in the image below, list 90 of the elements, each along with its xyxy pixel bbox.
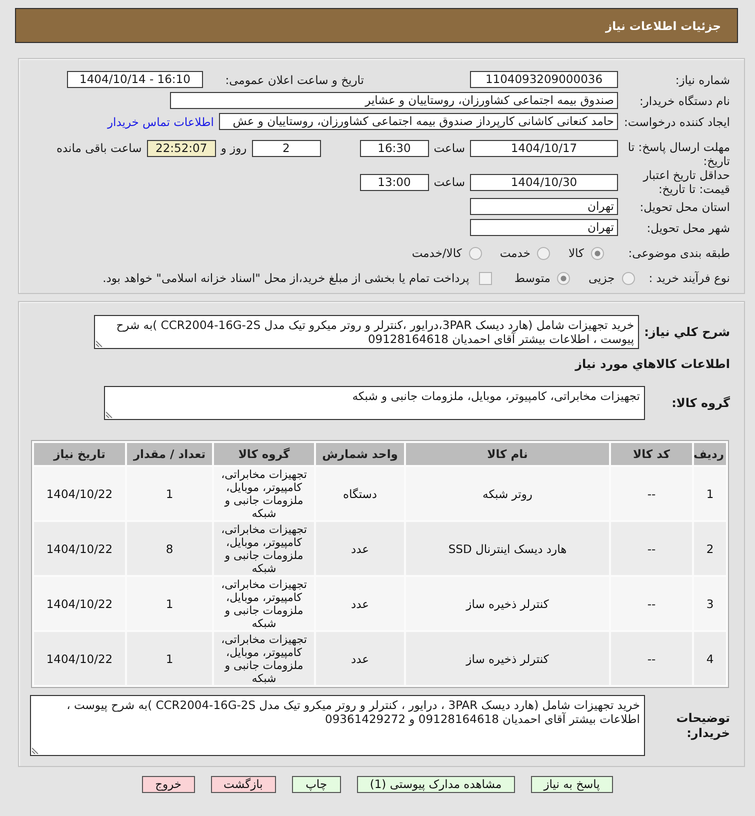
field-label: حداقل تاریخ اعتبار قیمت: تا تاریخ:: [642, 168, 730, 196]
field-label: شهر محل تحویل:: [646, 220, 730, 234]
row-number-cell: 3: [694, 577, 726, 630]
row-number-cell: 2: [694, 522, 726, 575]
section-label: توضیحات خریدار:: [675, 710, 730, 740]
deadline-date-field[interactable]: 1404/10/17: [470, 140, 618, 157]
radio-button[interactable]: [468, 246, 482, 260]
item-code-cell: --: [611, 467, 692, 520]
requester-field[interactable]: حامد کنعانی کاشانی کارپرداز صندوق بیمه اجتماعی کشاورزان، روستاییان و عش: [219, 113, 618, 130]
back-button[interactable]: بازگشت: [210, 776, 276, 793]
province-field[interactable]: تهران: [470, 198, 618, 215]
section-label: شرح کلي نياز:: [644, 324, 730, 340]
validity-time-field[interactable]: 13:00: [360, 174, 429, 190]
attachments-button[interactable]: مشاهده مدارک پیوستی (1): [356, 776, 515, 793]
reply-button[interactable]: پاسخ به نیاز: [530, 776, 613, 793]
radio-button[interactable]: [591, 246, 604, 260]
need-date-cell: 1404/10/22: [34, 467, 125, 520]
days-left-field[interactable]: 2: [252, 140, 321, 157]
field-label: نوع فرآیند خرید :: [648, 271, 730, 285]
resize-grip-icon[interactable]: [96, 339, 104, 347]
item-code-cell: --: [611, 632, 692, 685]
radio-button[interactable]: [537, 246, 550, 260]
radio-label: متوسط: [514, 271, 550, 285]
unit-cell: عدد: [316, 577, 404, 630]
field-label: ساعت: [434, 175, 465, 189]
item-code-cell: --: [611, 522, 692, 575]
need-summary-field[interactable]: خرید تجهیزات شامل (هارد دیسک 3PAR،درایور ،کنترلر و روتر میکرو تیک مدل CCR2004-16G-2S )به شرح پیوست ، اطلاعات بیشتر آقای احمدیان 09128164618: [94, 315, 640, 349]
field-label: ساعت باقی مانده: [56, 140, 142, 157]
row-number-cell: 1: [694, 467, 726, 520]
radio-label: کالا: [568, 246, 584, 260]
row-number-cell: 4: [694, 632, 726, 685]
item-name-cell: کنترلر ذخیره ساز: [406, 577, 609, 630]
unit-cell: دستگاه: [316, 467, 404, 520]
checkbox[interactable]: [479, 272, 492, 284]
unit-cell: عدد: [316, 522, 404, 575]
radio-label: خدمت: [500, 246, 530, 260]
need-date-cell: 1404/10/22: [34, 522, 125, 575]
item-group-cell: تجهیزات مخابراتی، کامپیوتر، موبایل، ملزومات جانبی و شبکه: [214, 522, 314, 575]
column-header: کد کالا: [611, 443, 692, 465]
need-date-cell: 1404/10/22: [34, 577, 125, 630]
column-header: گروه کالا: [214, 443, 314, 465]
field-label: ساعت: [434, 140, 465, 157]
deadline-time-field[interactable]: 16:30: [360, 140, 429, 157]
goods-group-field[interactable]: تجهیزات مخابراتی، کامپیوتر، موبایل، ملزومات جانبی و شبکه: [104, 386, 645, 420]
field-label: استان محل تحویل:: [638, 200, 730, 214]
item-group-cell: تجهیزات مخابراتی، کامپیوتر، موبایل، ملزومات جانبی و شبکه: [214, 467, 314, 520]
quantity-cell: 1: [127, 632, 212, 685]
unit-cell: عدد: [316, 632, 404, 685]
item-code-cell: --: [611, 577, 692, 630]
column-header: ردیف: [694, 443, 726, 465]
radio-label: جزیی: [588, 271, 615, 285]
item-name-cell: کنترلر ذخیره ساز: [406, 632, 609, 685]
print-button[interactable]: چاپ: [292, 776, 341, 793]
buyer-organization-field[interactable]: صندوق بیمه اجتماعی کشاورزان، روستاییان و عشایر: [170, 92, 618, 109]
field-label: شماره نیاز:: [674, 72, 730, 86]
section-heading: اطلاعات کالاهاي مورد نياز: [574, 356, 730, 372]
field-label: ایجاد کننده درخواست:: [623, 114, 730, 128]
quantity-cell: 1: [127, 467, 212, 520]
field-label: تاریخ و ساعت اعلان عمومی:: [225, 72, 364, 86]
resize-grip-icon[interactable]: [32, 746, 40, 754]
column-header: واحد شمارش: [316, 443, 404, 465]
checkbox-label: پرداخت تمام یا بخشی از مبلغ خرید،از محل "اسناد خزانه اسلامی" خواهد بود.: [102, 271, 470, 285]
field-label: مهلت ارسال پاسخ: تا تاریخ:: [626, 140, 730, 168]
city-field[interactable]: تهران: [470, 219, 618, 236]
need-number-field[interactable]: 1104093209000036: [470, 71, 618, 88]
section-label: گروه کالا:: [670, 396, 730, 410]
buyer-contact-link[interactable]: اطلاعات تماس خریدار: [107, 114, 214, 128]
buyer-notes-field[interactable]: خرید تجهیزات شامل (هارد دیسک 3PAR ، درایور ، کنترلر و روتر میکرو تیک مدل CCR2004-16G-2S )به شرح پیوست ، اطلاعات بیشتر آقای احمدیان 09128164618 و 09361429272: [30, 695, 645, 756]
column-header: تعداد / مقدار: [127, 443, 212, 465]
radio-label: کالا/خدمت: [412, 246, 462, 260]
time-left-field[interactable]: 22:52:07: [146, 140, 216, 157]
quantity-cell: 1: [127, 577, 212, 630]
page-title: جزئیات اطلاعات نیاز: [605, 18, 721, 32]
item-name-cell: هارد دیسک اینترنال SSD: [406, 522, 609, 575]
item-name-cell: روتر شبکه: [406, 467, 609, 520]
announcement-date-field[interactable]: 1404/10/14 - 16:10: [67, 71, 203, 88]
item-group-cell: تجهیزات مخابراتی، کامپیوتر، موبایل، ملزومات جانبی و شبکه: [214, 577, 314, 630]
need-date-cell: 1404/10/22: [34, 632, 125, 685]
item-group-cell: تجهیزات مخابراتی، کامپیوتر، موبایل، ملزومات جانبی و شبکه: [214, 632, 314, 685]
column-header: تاریخ نیاز: [34, 443, 125, 465]
field-label: نام دستگاه خریدار:: [638, 94, 730, 108]
field-label: روز و: [220, 140, 247, 157]
radio-button[interactable]: [557, 272, 570, 284]
radio-button[interactable]: [622, 272, 635, 284]
exit-button[interactable]: خروج: [142, 776, 195, 793]
validity-date-field[interactable]: 1404/10/30: [470, 174, 618, 190]
column-header: نام کالا: [406, 443, 609, 465]
field-label: طبقه بندی موضوعی:: [627, 246, 730, 260]
quantity-cell: 8: [127, 522, 212, 575]
resize-grip-icon[interactable]: [106, 410, 114, 418]
